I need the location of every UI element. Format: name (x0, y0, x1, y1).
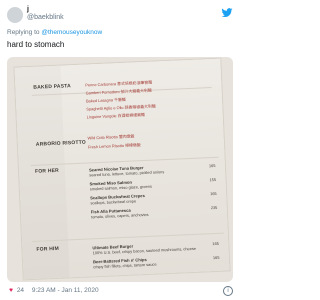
menu-photo: BAKED PASTA Penne Carbonara 意式培根奶油筆管麵 Ga… (14, 58, 230, 280)
twitter-bird-icon[interactable] (221, 8, 233, 18)
menu-section-for-her: FOR HER (34, 167, 60, 175)
tweet-photo[interactable]: BAKED PASTA Penne Carbonara 意式培根奶油筆管麵 Ga… (7, 57, 233, 282)
menu-item-price: 165 (208, 162, 216, 169)
menu-section-for-him: FOR HIM (36, 245, 60, 253)
like-count[interactable]: 24 (17, 287, 24, 294)
reply-prefix: Replying to (7, 29, 40, 36)
menu-item-price: 165 (212, 240, 219, 247)
user-handle[interactable]: @baekblink (27, 14, 64, 21)
menu-section-pasta: BAKED PASTA (33, 83, 72, 91)
menu-item: Fresh Lemon Risotto 檸檬燉飯 (87, 142, 141, 150)
menu-item-desc: smoked salmon, miso glaze, greens (89, 183, 152, 192)
tweet-text: hard to stomach (7, 40, 65, 49)
menu-item: Spaghetti Aglio e Olio 蒜香辣椒義大利麵 (86, 103, 156, 112)
menu-item-desc: scallops, buckwheat crepe (90, 198, 137, 206)
menu-item: Gamberi Pomodoro 茄汁大蝦義大利麵 (85, 87, 152, 96)
info-icon[interactable]: i (223, 286, 233, 296)
tweet-header: j @baekblink Replying to @themouseyoukno… (0, 0, 240, 52)
reply-context: Replying to @themouseyouknow (7, 29, 102, 36)
menu-item-price: 165 (212, 254, 220, 261)
menu-item-price: 235 (210, 204, 218, 211)
menu-item-price: 155 (209, 176, 217, 183)
menu-item: Wild Crab Risotto 蟹肉燉飯 (87, 133, 135, 141)
menu-item: Linguine Vongole 白酒蛤蜊細扁麵 (86, 111, 145, 120)
heart-icon[interactable]: ♥ (7, 287, 15, 294)
menu-section-risotto: ARBORIO RISOTTO (35, 139, 87, 148)
menu-item-desc: seared tuna, lettuce, tomato, pickled on… (89, 169, 165, 178)
tweet-footer: ♥ 24 9:23 AM - Jan 11, 2020 (7, 287, 99, 294)
avatar[interactable] (7, 7, 23, 23)
menu-item-desc: tomato, olives, capers, anchovies (90, 211, 149, 220)
timestamp[interactable]: 9:23 AM - Jan 11, 2020 (32, 287, 99, 294)
menu-item-price: 165 (210, 190, 217, 197)
reply-mention[interactable]: @themouseyouknow (41, 29, 102, 36)
menu-item: Baked Lasagna 千層麵 (85, 96, 126, 104)
menu-item-desc: crispy fish fillets, chips, tartare sauc… (93, 261, 157, 270)
display-name[interactable]: j (27, 6, 29, 13)
